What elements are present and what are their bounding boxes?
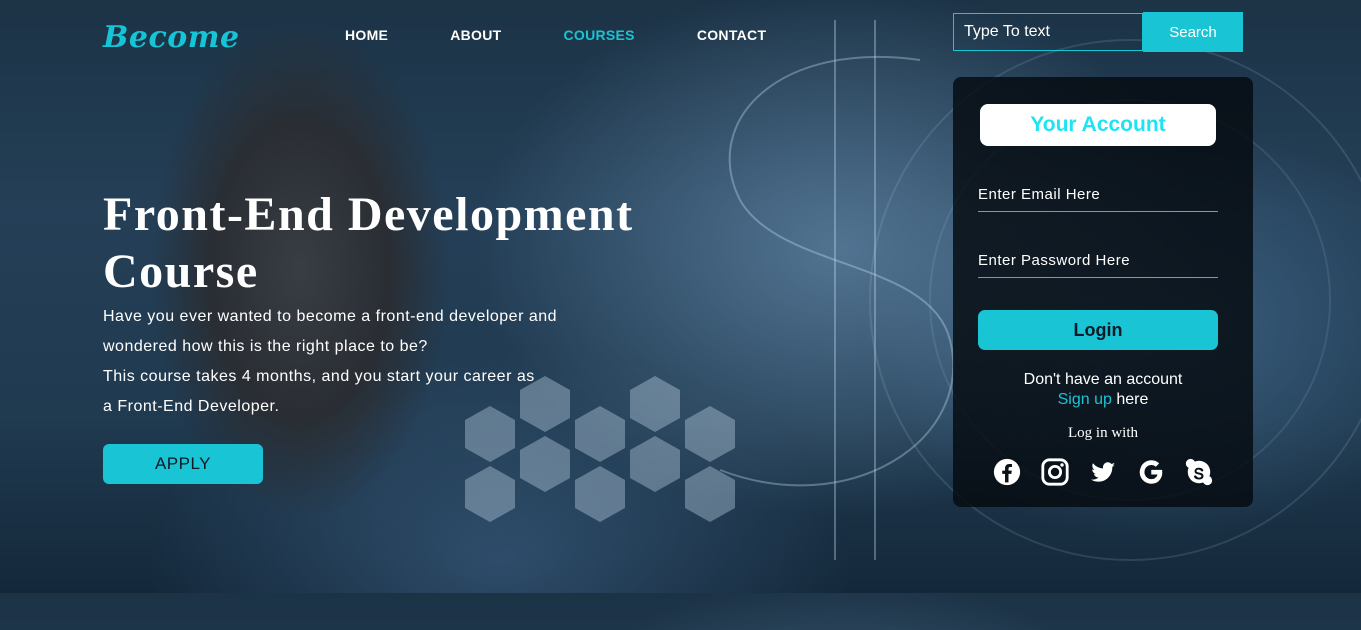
hero-desc-line: wondered how this is the right place to … [103, 338, 428, 355]
password-field[interactable] [978, 244, 1218, 278]
login-with-label: Log in with [1068, 425, 1138, 441]
nav-about[interactable]: ABOUT [450, 27, 501, 43]
no-account-text: Don't have an account [1023, 371, 1183, 388]
twitter-icon[interactable] [1087, 456, 1119, 488]
signup-suffix: here [1116, 391, 1149, 408]
login-button[interactable]: Login [978, 310, 1218, 350]
nav-courses[interactable]: COURSES [563, 27, 634, 43]
social-login [991, 456, 1231, 488]
signup-prompt: Don't have an account Sign up here [953, 370, 1253, 410]
hero-desc-line: Have you ever wanted to become a front-e… [103, 308, 558, 325]
skype-icon[interactable] [1183, 456, 1215, 488]
search-button[interactable]: Search [1143, 12, 1243, 52]
nav-home[interactable]: HOME [345, 27, 388, 43]
hero-desc-line: a Front-End Developer. [103, 398, 280, 415]
hero-title-line1: Front-End Development [103, 188, 634, 241]
site-logo[interactable]: Become [103, 20, 240, 55]
apply-button[interactable]: APPLY [103, 444, 263, 484]
google-icon[interactable] [1135, 456, 1167, 488]
hero-title-line2: Course [103, 245, 259, 298]
search-input[interactable] [953, 13, 1143, 51]
email-field[interactable] [978, 178, 1218, 212]
hero-desc-line: This course takes 4 months, and you star… [103, 368, 535, 385]
account-title: Your Account [980, 104, 1216, 146]
hero-title: Front-End Development Course [103, 186, 703, 300]
search-bar: Search [953, 12, 1243, 52]
main-nav: HOME ABOUT COURSES CONTACT [345, 27, 828, 43]
hero-description: Have you ever wanted to become a front-e… [103, 302, 703, 422]
account-card: Your Account Login Don't have an account… [953, 77, 1253, 507]
nav-contact[interactable]: CONTACT [697, 27, 767, 43]
hero-section: Front-End Development Course Have you ev… [103, 186, 703, 422]
facebook-icon[interactable] [991, 456, 1023, 488]
signup-link[interactable]: Sign up [1058, 391, 1112, 408]
instagram-icon[interactable] [1039, 456, 1071, 488]
